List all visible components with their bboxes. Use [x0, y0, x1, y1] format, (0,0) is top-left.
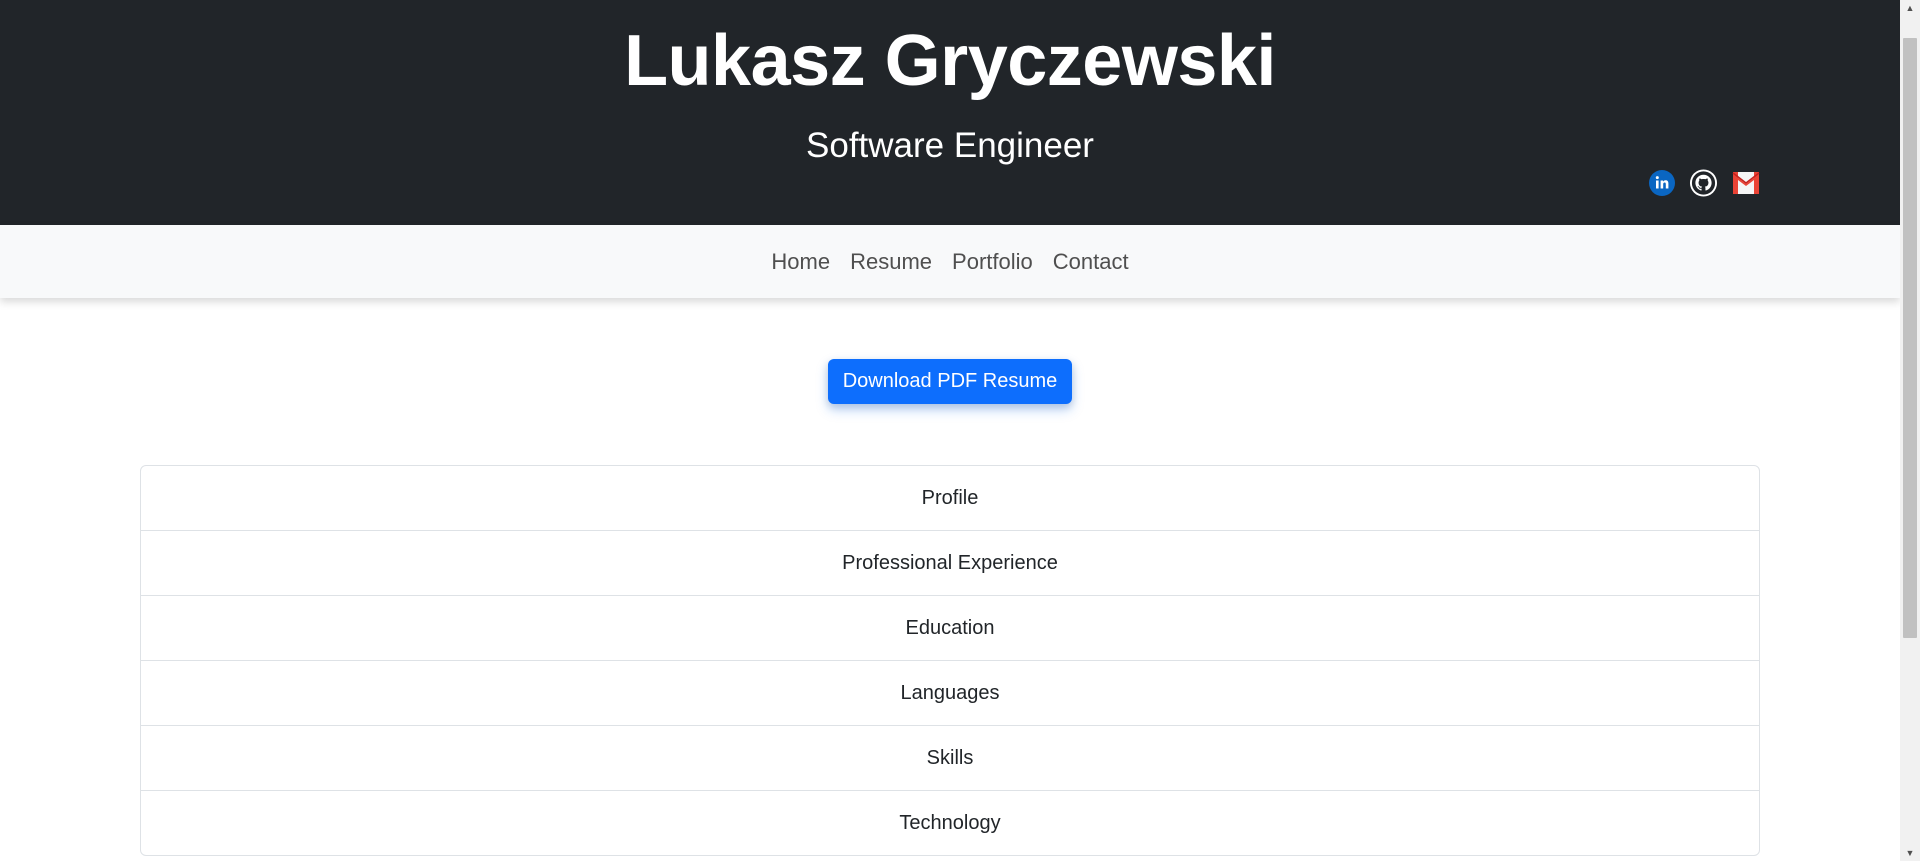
main-nav: Home Resume Portfolio Contact	[0, 225, 1900, 298]
resume-accordion: Profile Professional Experience Educatio…	[140, 465, 1760, 856]
page-scrollbar[interactable]: ▲ ▼	[1900, 0, 1920, 861]
nav-item-home[interactable]: Home	[761, 249, 840, 275]
nav-item-contact[interactable]: Contact	[1043, 249, 1139, 275]
download-pdf-button[interactable]: Download PDF Resume	[827, 359, 1073, 404]
nav-item-resume[interactable]: Resume	[840, 249, 942, 275]
main-content: Download PDF Resume Profile Professional…	[0, 298, 1900, 856]
accordion-item-skills[interactable]: Skills	[141, 726, 1759, 791]
accordion-item-languages[interactable]: Languages	[141, 661, 1759, 726]
scrollbar-thumb[interactable]	[1903, 38, 1917, 638]
accordion-item-education[interactable]: Education	[141, 596, 1759, 661]
gmail-icon[interactable]	[1731, 168, 1760, 197]
social-links	[1647, 168, 1760, 197]
site-title: Lukasz Gryczewski	[624, 21, 1276, 101]
linkedin-icon[interactable]	[1647, 168, 1676, 197]
scroll-down-icon[interactable]: ▼	[1900, 845, 1920, 861]
scroll-up-icon[interactable]: ▲	[1900, 0, 1920, 16]
site-header: Lukasz Gryczewski Software Engineer	[0, 0, 1900, 225]
accordion-item-technology[interactable]: Technology	[141, 791, 1759, 855]
nav-item-portfolio[interactable]: Portfolio	[942, 249, 1043, 275]
github-icon[interactable]	[1689, 168, 1718, 197]
accordion-item-profile[interactable]: Profile	[141, 466, 1759, 531]
accordion-item-professional-experience[interactable]: Professional Experience	[141, 531, 1759, 596]
page: Lukasz Gryczewski Software Engineer Home…	[0, 0, 1900, 861]
site-subtitle: Software Engineer	[806, 126, 1094, 165]
